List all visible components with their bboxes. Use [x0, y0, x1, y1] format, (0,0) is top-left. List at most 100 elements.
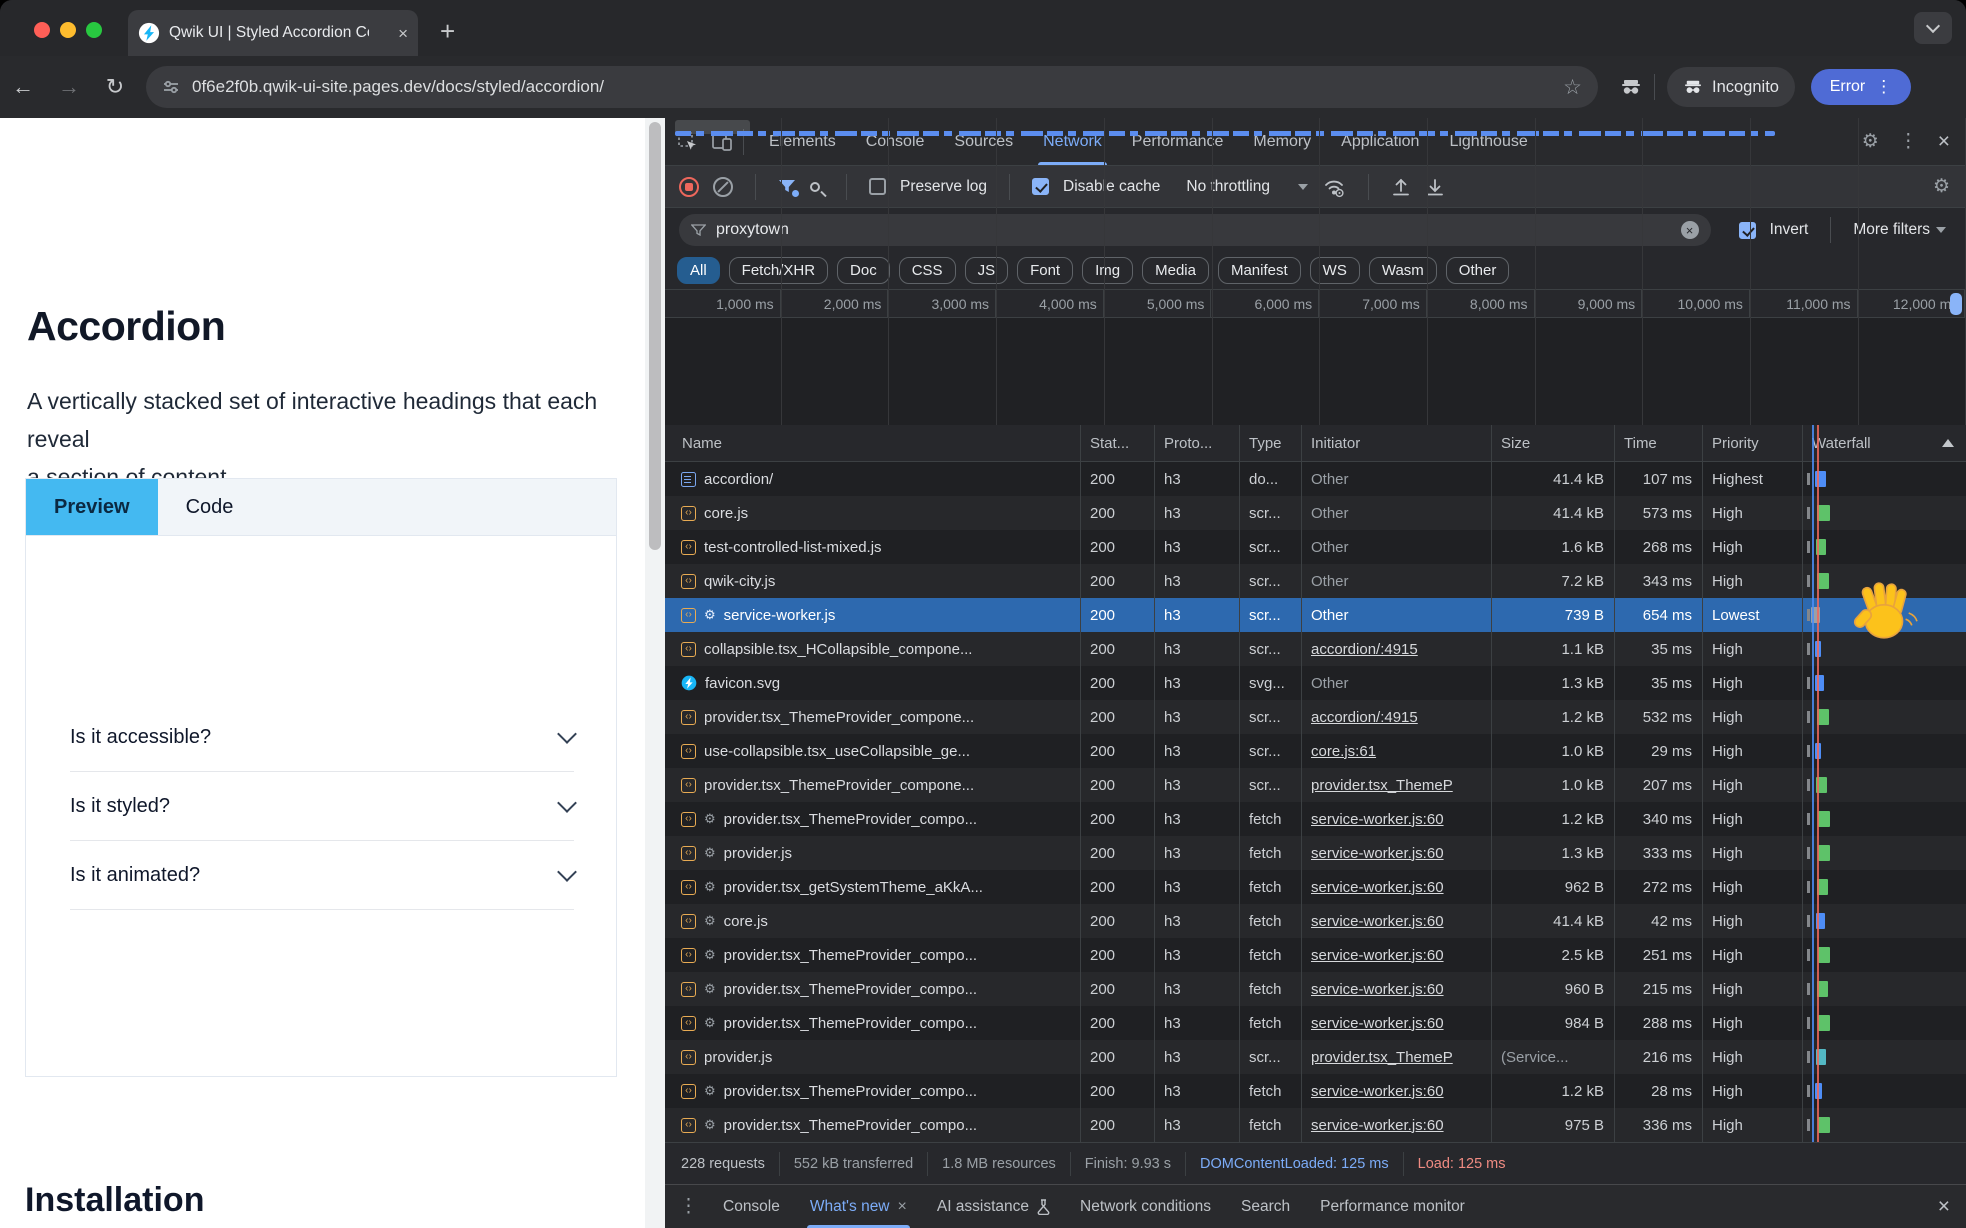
- column-header-initiator[interactable]: Initiator: [1302, 425, 1492, 461]
- initiator-link[interactable]: service-worker.js:60: [1311, 1015, 1444, 1032]
- more-filters-button[interactable]: More filters: [1853, 221, 1952, 239]
- export-har-icon[interactable]: [1425, 177, 1445, 197]
- column-header-size[interactable]: Size: [1492, 425, 1615, 461]
- request-row[interactable]: ‹›⚙provider.tsx_getSystemTheme_aKkA...20…: [665, 870, 1966, 904]
- filter-chip-doc[interactable]: Doc: [837, 257, 890, 284]
- new-tab-button[interactable]: +: [440, 18, 455, 44]
- column-header-proto[interactable]: Proto...: [1155, 425, 1240, 461]
- search-icon[interactable]: [810, 182, 820, 192]
- maximize-window-button[interactable]: [86, 22, 102, 38]
- request-row[interactable]: ‹›⚙provider.tsx_ThemeProvider_compo...20…: [665, 938, 1966, 972]
- site-settings-icon[interactable]: [162, 78, 180, 96]
- initiator-link[interactable]: accordion/:4915: [1311, 709, 1418, 726]
- disable-cache-checkbox[interactable]: [1032, 178, 1049, 195]
- request-row[interactable]: ‹›provider.tsx_ThemeProvider_compone...2…: [665, 700, 1966, 734]
- filter-chip-img[interactable]: Img: [1082, 257, 1133, 284]
- initiator-link[interactable]: service-worker.js:60: [1311, 1083, 1444, 1100]
- initiator-link[interactable]: core.js:61: [1311, 743, 1376, 760]
- tab-preview[interactable]: Preview: [26, 479, 158, 535]
- preserve-log-label[interactable]: Preserve log: [900, 178, 987, 196]
- column-header-priority[interactable]: Priority: [1703, 425, 1803, 461]
- drawer-tab-network-conditions[interactable]: Network conditions: [1065, 1185, 1226, 1228]
- devtools-tab-memory[interactable]: Memory: [1238, 118, 1326, 165]
- drawer-close-icon[interactable]: ×: [1938, 1196, 1950, 1217]
- devtools-tab-performance[interactable]: Performance: [1117, 118, 1239, 165]
- request-row[interactable]: accordion/200h3do...Other41.4 kB107 msHi…: [665, 462, 1966, 496]
- record-network-log-icon[interactable]: [679, 177, 699, 197]
- drawer-tab-ai-assistance[interactable]: AI assistance: [922, 1185, 1065, 1228]
- request-row[interactable]: ‹›test-controlled-list-mixed.js200h3scr.…: [665, 530, 1966, 564]
- drawer-tab-performance-monitor[interactable]: Performance monitor: [1305, 1185, 1480, 1228]
- request-row[interactable]: ‹›qwik-city.js200h3scr...Other7.2 kB343 …: [665, 564, 1966, 598]
- filter-chip-font[interactable]: Font: [1017, 257, 1073, 284]
- drawer-tab-console[interactable]: Console: [708, 1185, 795, 1228]
- filter-chip-manifest[interactable]: Manifest: [1218, 257, 1301, 284]
- filter-chip-fetch-xhr[interactable]: Fetch/XHR: [729, 257, 828, 284]
- request-row[interactable]: ‹›⚙provider.tsx_ThemeProvider_compo...20…: [665, 1006, 1966, 1040]
- accordion-item-header[interactable]: Is it accessible?: [70, 703, 574, 772]
- import-har-icon[interactable]: [1391, 177, 1411, 197]
- disable-cache-label[interactable]: Disable cache: [1063, 178, 1160, 196]
- preserve-log-checkbox[interactable]: [869, 178, 886, 195]
- minimize-window-button[interactable]: [60, 22, 76, 38]
- request-row[interactable]: ‹›provider.tsx_ThemeProvider_compone...2…: [665, 768, 1966, 802]
- request-row[interactable]: ‹›⚙provider.tsx_ThemeProvider_compo...20…: [665, 802, 1966, 836]
- tab-close-icon[interactable]: ×: [398, 25, 408, 42]
- column-header-time[interactable]: Time: [1615, 425, 1703, 461]
- request-row[interactable]: ‹›⚙provider.js200h3fetchservice-worker.j…: [665, 836, 1966, 870]
- network-settings-icon[interactable]: ⚙: [1933, 177, 1950, 196]
- bookmark-star-icon[interactable]: ☆: [1563, 75, 1582, 100]
- request-row[interactable]: ‹›provider.js200h3scr...provider.tsx_The…: [665, 1040, 1966, 1074]
- request-row[interactable]: ‹›core.js200h3scr...Other41.4 kB573 msHi…: [665, 496, 1966, 530]
- initiator-link[interactable]: service-worker.js:60: [1311, 879, 1444, 896]
- drawer-menu-icon[interactable]: ⋮: [679, 1197, 698, 1216]
- devtools-menu-icon[interactable]: ⋮: [1899, 132, 1918, 151]
- filter-chip-ws[interactable]: WS: [1310, 257, 1360, 284]
- initiator-link[interactable]: service-worker.js:60: [1311, 913, 1444, 930]
- request-row[interactable]: ‹›⚙core.js200h3fetchservice-worker.js:60…: [665, 904, 1966, 938]
- devtools-close-icon[interactable]: ×: [1938, 131, 1950, 152]
- clear-filter-icon[interactable]: ×: [1681, 221, 1699, 239]
- request-row[interactable]: ‹›⚙provider.tsx_ThemeProvider_compo...20…: [665, 1074, 1966, 1108]
- filter-input[interactable]: proxytown ×: [679, 214, 1711, 246]
- filter-chip-media[interactable]: Media: [1142, 257, 1209, 284]
- drawer-tab-search[interactable]: Search: [1226, 1185, 1305, 1228]
- window-chevron-button[interactable]: [1914, 12, 1952, 44]
- devtools-tab-elements[interactable]: Elements: [754, 118, 851, 165]
- filter-chip-css[interactable]: CSS: [899, 257, 956, 284]
- column-header-name[interactable]: Name: [665, 425, 1081, 461]
- request-row[interactable]: ‹›collapsible.tsx_HCollapsible_compone..…: [665, 632, 1966, 666]
- invert-label[interactable]: Invert: [1770, 221, 1809, 239]
- reload-button[interactable]: ↻: [92, 74, 138, 100]
- initiator-link[interactable]: provider.tsx_ThemeP: [1311, 1049, 1453, 1066]
- page-scrollbar-thumb[interactable]: [649, 122, 661, 550]
- browser-tab[interactable]: Qwik UI | Styled Accordion Co ×: [128, 10, 418, 56]
- devtools-tab-sources[interactable]: Sources: [939, 118, 1028, 165]
- initiator-link[interactable]: service-worker.js:60: [1311, 981, 1444, 998]
- network-conditions-icon[interactable]: [1322, 176, 1346, 198]
- devtools-tab-console[interactable]: Console: [851, 118, 940, 165]
- address-bar[interactable]: 0f6e2f0b.qwik-ui-site.pages.dev/docs/sty…: [146, 66, 1598, 108]
- request-row[interactable]: ‹›use-collapsible.tsx_useCollapsible_ge.…: [665, 734, 1966, 768]
- initiator-link[interactable]: provider.tsx_ThemeP: [1311, 777, 1453, 794]
- tab-code[interactable]: Code: [158, 479, 262, 535]
- back-button[interactable]: ←: [0, 74, 46, 100]
- request-row[interactable]: ‹›⚙provider.tsx_ThemeProvider_compo...20…: [665, 1108, 1966, 1142]
- initiator-link[interactable]: service-worker.js:60: [1311, 845, 1444, 862]
- error-button[interactable]: Error ⋮: [1811, 69, 1911, 105]
- browser-menu-icon[interactable]: ⋮: [1875, 77, 1892, 97]
- request-row[interactable]: ‹›⚙provider.tsx_ThemeProvider_compo...20…: [665, 972, 1966, 1006]
- timeline-scroll-handle[interactable]: [1950, 293, 1962, 315]
- devtools-tab-application[interactable]: Application: [1326, 118, 1434, 165]
- accordion-item-header[interactable]: Is it animated?: [70, 841, 574, 910]
- close-window-button[interactable]: [34, 22, 50, 38]
- forward-button[interactable]: →: [46, 74, 92, 100]
- filter-chip-all[interactable]: All: [677, 257, 720, 284]
- initiator-link[interactable]: service-worker.js:60: [1311, 1117, 1444, 1134]
- column-header-type[interactable]: Type: [1240, 425, 1302, 461]
- column-header-waterfall[interactable]: Waterfall: [1803, 425, 1966, 461]
- drawer-tab-what-s-new[interactable]: What's new×: [795, 1185, 922, 1228]
- request-row[interactable]: favicon.svg200h3svg...Other1.3 kB35 msHi…: [665, 666, 1966, 700]
- close-icon[interactable]: ×: [898, 1198, 907, 1216]
- initiator-link[interactable]: service-worker.js:60: [1311, 811, 1444, 828]
